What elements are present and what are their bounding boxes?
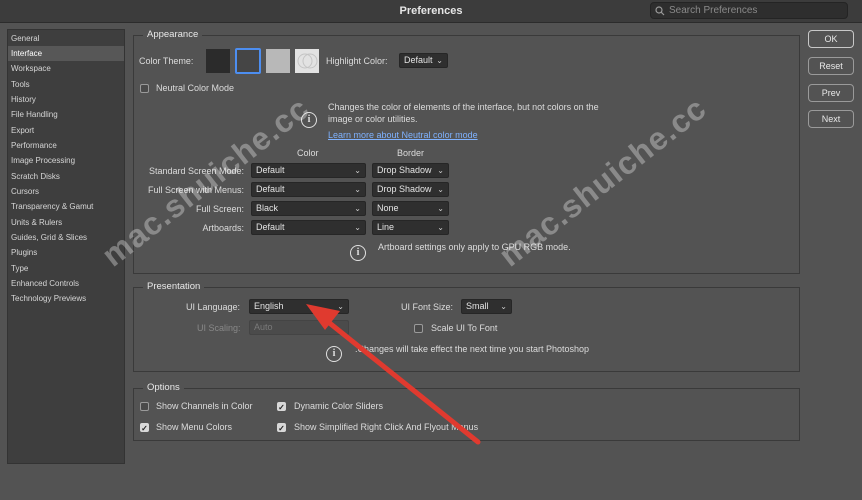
annotation-arrow-icon: [306, 304, 481, 445]
